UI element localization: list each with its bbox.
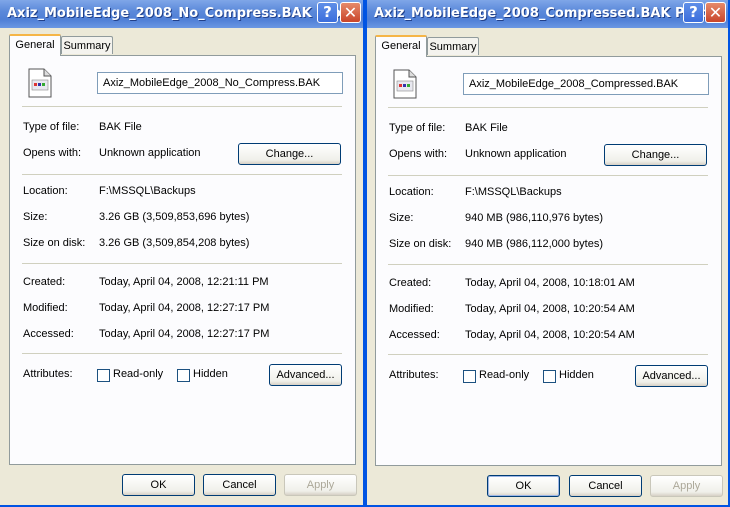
separator	[388, 107, 708, 108]
size-on-disk-label: Size on disk:	[389, 238, 452, 250]
help-icon[interactable]: ?	[317, 2, 338, 23]
size-value: 3.26 GB (3,509,853,696 bytes)	[99, 211, 250, 223]
close-icon[interactable]: ✕	[340, 2, 361, 23]
location-value: F:\MSSQL\Backups	[465, 186, 562, 198]
readonly-checkbox[interactable]	[463, 370, 476, 383]
file-icon	[393, 69, 417, 99]
created-value: Today, April 04, 2008, 10:18:01 AM	[465, 277, 635, 289]
apply-button[interactable]: Apply	[650, 475, 723, 497]
change-button[interactable]: Change...	[238, 143, 341, 165]
type-of-file-label: Type of file:	[389, 122, 446, 134]
location-value: F:\MSSQL\Backups	[99, 185, 196, 197]
cancel-button[interactable]: Cancel	[203, 474, 276, 496]
help-icon[interactable]: ?	[683, 2, 704, 23]
title-bar[interactable]: Axiz_MobileEdge_2008_Compressed.BAK Prop…	[367, 0, 728, 28]
opens-with-label: Opens with:	[389, 148, 448, 160]
file-icon	[28, 68, 52, 98]
readonly-label[interactable]: Read-only	[479, 369, 529, 381]
separator	[22, 106, 342, 107]
hidden-checkbox[interactable]	[543, 370, 556, 383]
attributes-label: Attributes:	[389, 369, 439, 381]
tab-general[interactable]: General	[9, 34, 61, 56]
separator	[22, 353, 342, 354]
tab-summary[interactable]: Summary	[61, 36, 113, 54]
location-label: Location:	[389, 186, 434, 198]
size-label: Size:	[23, 211, 48, 223]
ok-button[interactable]: OK	[487, 475, 560, 497]
accessed-value: Today, April 04, 2008, 12:27:17 PM	[99, 328, 270, 340]
advanced-button[interactable]: Advanced...	[635, 365, 708, 387]
close-icon[interactable]: ✕	[705, 2, 726, 23]
modified-label: Modified:	[389, 303, 434, 315]
size-on-disk-label: Size on disk:	[23, 237, 86, 249]
separator	[388, 354, 708, 355]
tab-summary[interactable]: Summary	[427, 37, 479, 55]
created-value: Today, April 04, 2008, 12:21:11 PM	[99, 276, 269, 288]
filename-field[interactable]: Axiz_MobileEdge_2008_No_Compress.BAK	[97, 72, 343, 94]
hidden-checkbox[interactable]	[177, 369, 190, 382]
hidden-label[interactable]: Hidden	[193, 368, 228, 380]
attributes-label: Attributes:	[23, 368, 73, 380]
opens-with-value: Unknown application	[99, 147, 201, 159]
accessed-label: Accessed:	[23, 328, 74, 340]
modified-value: Today, April 04, 2008, 10:20:54 AM	[465, 303, 635, 315]
properties-dialog-right: Axiz_MobileEdge_2008_Compressed.BAK Prop…	[365, 0, 730, 507]
type-of-file-label: Type of file:	[23, 121, 80, 133]
location-label: Location:	[23, 185, 68, 197]
accessed-value: Today, April 04, 2008, 10:20:54 AM	[465, 329, 635, 341]
cancel-button[interactable]: Cancel	[569, 475, 642, 497]
properties-dialog-left: Axiz_MobileEdge_2008_No_Compress.BAK Pro…	[0, 0, 365, 507]
modified-label: Modified:	[23, 302, 68, 314]
tab-general[interactable]: General	[375, 35, 427, 57]
separator	[22, 174, 342, 175]
size-on-disk-value: 3.26 GB (3,509,854,208 bytes)	[99, 237, 250, 249]
hidden-label[interactable]: Hidden	[559, 369, 594, 381]
size-label: Size:	[389, 212, 414, 224]
filename-field[interactable]: Axiz_MobileEdge_2008_Compressed.BAK	[463, 73, 709, 95]
title-bar[interactable]: Axiz_MobileEdge_2008_No_Compress.BAK Pro…	[0, 0, 363, 28]
general-panel	[375, 56, 722, 466]
window-title: Axiz_MobileEdge_2008_Compressed.BAK Prop…	[374, 6, 725, 21]
type-of-file-value: BAK File	[99, 121, 142, 133]
separator	[388, 175, 708, 176]
readonly-checkbox[interactable]	[97, 369, 110, 382]
ok-button[interactable]: OK	[122, 474, 195, 496]
opens-with-label: Opens with:	[23, 147, 82, 159]
modified-value: Today, April 04, 2008, 12:27:17 PM	[99, 302, 270, 314]
opens-with-value: Unknown application	[465, 148, 567, 160]
created-label: Created:	[23, 276, 66, 288]
created-label: Created:	[389, 277, 432, 289]
accessed-label: Accessed:	[389, 329, 440, 341]
window-title: Axiz_MobileEdge_2008_No_Compress.BAK Pro…	[7, 6, 356, 21]
separator	[22, 263, 342, 264]
size-value: 940 MB (986,110,976 bytes)	[465, 212, 603, 224]
type-of-file-value: BAK File	[465, 122, 508, 134]
size-on-disk-value: 940 MB (986,112,000 bytes)	[465, 238, 603, 250]
separator	[388, 264, 708, 265]
readonly-label[interactable]: Read-only	[113, 368, 163, 380]
advanced-button[interactable]: Advanced...	[269, 364, 342, 386]
change-button[interactable]: Change...	[604, 144, 707, 166]
general-panel	[9, 55, 356, 465]
apply-button[interactable]: Apply	[284, 474, 357, 496]
